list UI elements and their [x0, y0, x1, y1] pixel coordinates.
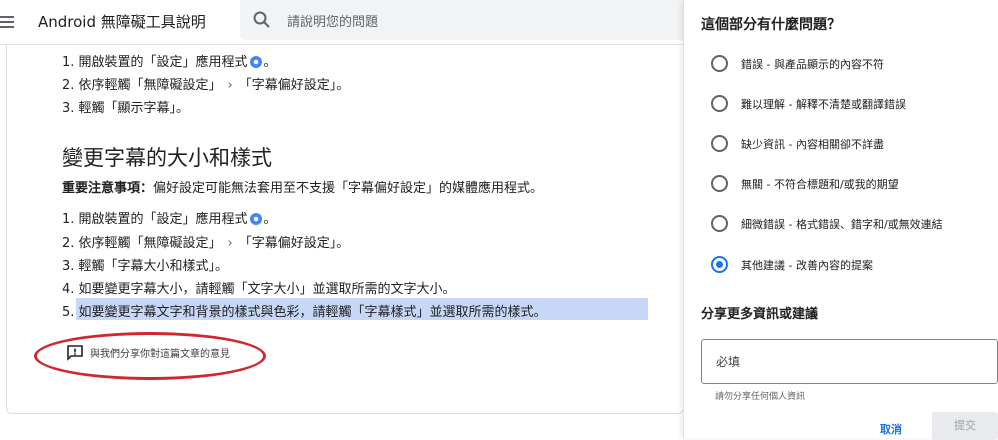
radio-button-selected[interactable] — [711, 256, 728, 273]
textarea-placeholder[interactable]: 必填 — [716, 353, 740, 370]
step-text-end: 「字幕偏好設定」。 — [238, 78, 350, 93]
step-text-end: 。 — [263, 55, 277, 70]
share-more-title: 分享更多資訊或建議 — [701, 307, 819, 322]
step-3-top: 3. 輕觸「顯示字幕」。 — [62, 97, 189, 116]
radio-button[interactable] — [711, 175, 728, 192]
radio-button[interactable] — [711, 55, 728, 72]
search-placeholder[interactable]: 請說明您的問題 — [287, 11, 378, 30]
cancel-button[interactable]: 取消 — [880, 421, 902, 437]
radio-button[interactable] — [711, 95, 728, 112]
step-text: 1. 開啟裝置的「設定」應用程式 — [62, 55, 248, 70]
note-text: 偏好設定可能無法套用至不支援「字幕偏好設定」的媒體應用程式。 — [153, 181, 544, 196]
step-text: 3. 輕觸「字幕大小和樣式」。 — [62, 259, 229, 274]
step-text: 3. 輕觸「顯示字幕」。 — [62, 101, 190, 116]
note-label: 重要注意事項： — [62, 181, 154, 196]
radio-button[interactable] — [711, 135, 728, 152]
feedback-panel: 這個部分有什麼問題？ 錯誤 - 與產品顯示的內容不符 難以理解 - 解釋不清楚或… — [683, 0, 998, 440]
submit-button[interactable]: 提交 — [932, 412, 998, 440]
step-5: 5. 如要變更字幕文字和背景的樣式與色彩，請輕觸「字幕樣式」並選取所需的樣式。 — [62, 301, 547, 320]
chevron-right-icon: › — [227, 236, 233, 251]
step-2-top: 2. 依序輕觸「無障礙設定」 › 「字幕偏好設定」。 — [62, 74, 349, 93]
step-4: 4. 如要變更字幕大小，請輕觸「文字大小」並選取所需的文字大小。 — [62, 278, 456, 297]
radio-button[interactable] — [711, 215, 728, 232]
step-text: 4. 如要變更字幕大小，請輕觸「文字大小」並選取所需的文字大小。 — [62, 282, 456, 297]
important-note: 重要注意事項：偏好設定可能無法套用至不支援「字幕偏好設定」的媒體應用程式。 — [62, 177, 543, 196]
option-label[interactable]: 缺少資訊 - 內容相關卻不詳盡 — [741, 136, 884, 152]
privacy-hint: 請勿分享任何個人資訊 — [715, 392, 806, 402]
app-title[interactable]: Android 無障礙工具說明 — [38, 11, 206, 32]
panel-title: 這個部分有什麼問題？ — [701, 17, 841, 33]
step-2: 2. 依序輕觸「無障礙設定」 › 「字幕偏好設定」。 — [62, 232, 349, 251]
option-label[interactable]: 無關 - 不符合標題和/或我的期望 — [741, 176, 899, 192]
feedback-textarea[interactable]: 必填 — [701, 339, 998, 384]
settings-gear-icon — [249, 213, 262, 225]
step-1: 1. 開啟裝置的「設定」應用程式。 — [62, 208, 277, 227]
step-3: 3. 輕觸「字幕大小和樣式」。 — [62, 255, 228, 274]
option-label[interactable]: 難以理解 - 解釋不清楚或翻譯錯誤 — [741, 96, 906, 112]
top-bar: Android 無障礙工具說明 請說明您的問題 — [0, 0, 700, 45]
step-text: 2. 依序輕觸「無障礙設定」 — [62, 78, 222, 93]
option-label[interactable]: 其他建議 - 改善內容的提案 — [741, 257, 873, 273]
section-title: 變更字幕的大小和樣式 — [62, 146, 272, 170]
step-text: 2. 依序輕觸「無障礙設定」 — [62, 236, 222, 251]
search-icon[interactable] — [252, 10, 272, 30]
option-label[interactable]: 細微錯誤 - 格式錯誤、錯字和/或無效連結 — [741, 216, 943, 232]
red-annotation-circle — [34, 332, 266, 380]
option-label[interactable]: 錯誤 - 與產品顯示的內容不符 — [741, 56, 884, 72]
settings-gear-icon — [249, 56, 262, 68]
step-text-end: 「字幕偏好設定」。 — [238, 236, 350, 251]
step-text: 5. 如要變更字幕文字和背景的樣式與色彩，請輕觸「字幕樣式」並選取所需的樣式。 — [62, 305, 547, 320]
step-1-top: 1. 開啟裝置的「設定」應用程式。 — [62, 51, 277, 70]
step-text-end: 。 — [263, 212, 277, 227]
step-text: 1. 開啟裝置的「設定」應用程式 — [62, 212, 248, 227]
chevron-right-icon: › — [227, 78, 233, 93]
menu-icon[interactable] — [0, 14, 16, 30]
